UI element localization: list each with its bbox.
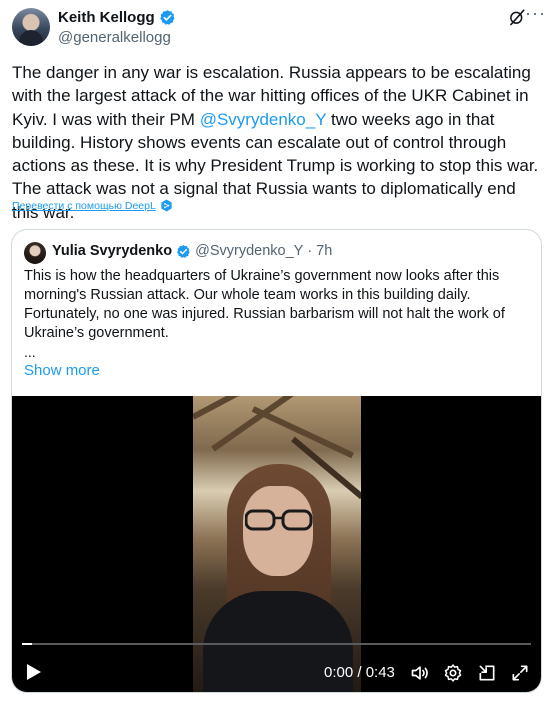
mention-link[interactable]: @Svyrydenko_Y [200, 110, 327, 129]
video-player[interactable]: 0:00 / 0:43 [12, 396, 541, 692]
picture-in-picture-icon[interactable] [477, 663, 497, 683]
quote-avatar[interactable] [24, 242, 46, 264]
author-handle[interactable]: @generalkellogg [58, 29, 171, 46]
quote-separator: · [307, 243, 313, 259]
quoted-tweet-card[interactable]: Yulia Svyrydenko @Svyrydenko_Y · 7h This… [11, 229, 542, 693]
video-progress-bar[interactable] [22, 643, 531, 645]
grok-icon[interactable] [508, 8, 526, 26]
settings-icon[interactable] [443, 663, 463, 683]
verified-badge-icon [159, 10, 175, 25]
more-options-icon[interactable]: ··· [525, 4, 546, 22]
quote-header: Yulia Svyrydenko @Svyrydenko_Y · 7h [52, 243, 332, 259]
show-more-link[interactable]: Show more [24, 362, 100, 379]
video-progress-fill [22, 643, 33, 645]
quote-timestamp[interactable]: 7h [316, 243, 332, 259]
author-avatar[interactable] [12, 8, 50, 46]
author-name-row[interactable]: Keith Kellogg [58, 9, 176, 26]
video-time: 0:00 / 0:43 [324, 664, 395, 681]
verified-badge-icon [177, 244, 190, 258]
quote-author-name[interactable]: Yulia Svyrydenko [52, 243, 172, 259]
translate-label[interactable]: Перевести с помощью DeepL [12, 200, 156, 212]
author-name[interactable]: Keith Kellogg [58, 9, 155, 26]
deepl-icon [161, 199, 172, 212]
translate-link[interactable]: Перевести с помощью DeepL [12, 199, 173, 212]
play-icon[interactable] [26, 663, 42, 681]
quote-ellipsis: ... [24, 344, 36, 360]
quote-author-handle[interactable]: @Svyrydenko_Y [195, 243, 303, 259]
quote-text: This is how the headquarters of Ukraine’… [24, 268, 505, 341]
volume-icon[interactable] [410, 663, 430, 683]
video-frame [193, 396, 361, 692]
fullscreen-icon[interactable] [510, 663, 530, 683]
